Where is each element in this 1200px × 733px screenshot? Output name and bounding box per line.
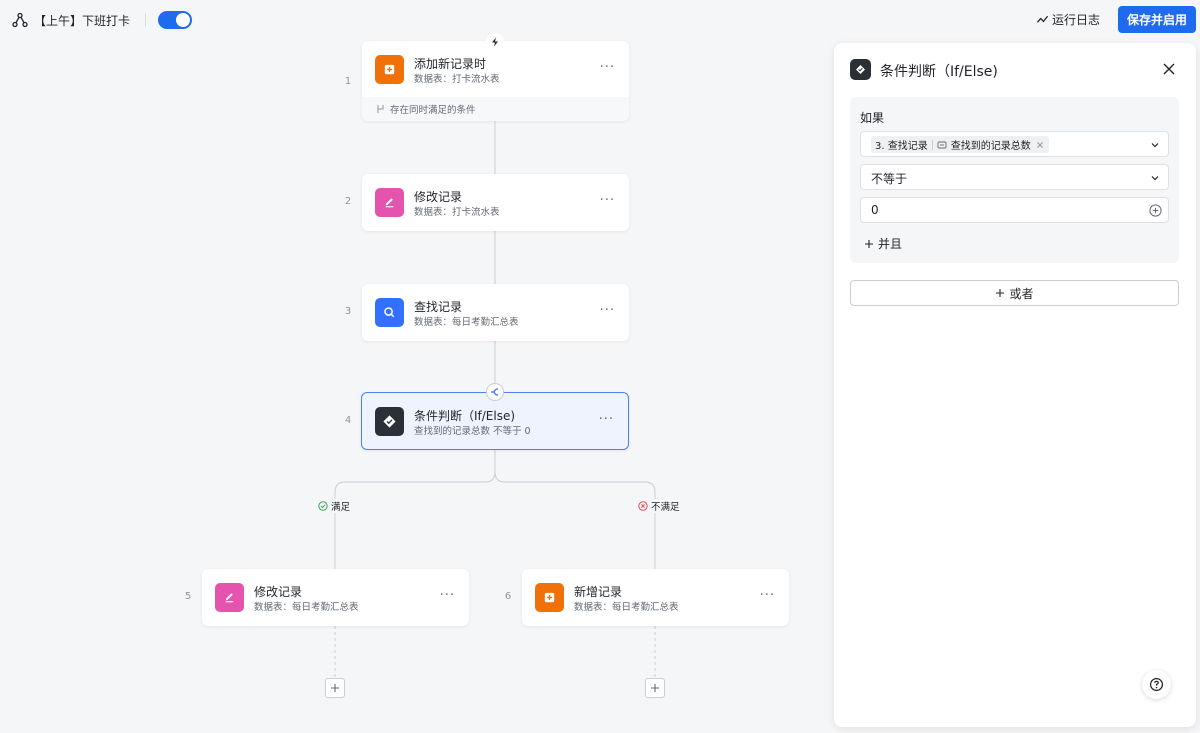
node-title: 修改记录 bbox=[254, 585, 303, 599]
step-number: 3 bbox=[344, 306, 352, 317]
action-node-edit-record[interactable]: 修改记录 数据表：打卡流水表 ··· bbox=[362, 174, 629, 231]
step-number: 6 bbox=[504, 591, 512, 602]
trend-line-icon bbox=[1036, 15, 1049, 23]
action-node-find-record[interactable]: 查找记录 数据表：每日考勤汇总表 ··· bbox=[362, 284, 629, 341]
node-title: 条件判断（If/Else) bbox=[414, 409, 516, 423]
condition-icon bbox=[850, 59, 871, 80]
add-record-icon bbox=[535, 583, 564, 612]
branch-icon bbox=[377, 105, 384, 113]
x-circle-icon bbox=[638, 501, 648, 511]
plus-circle-icon[interactable] bbox=[1149, 204, 1162, 217]
branch-label-no: 不满足 bbox=[636, 499, 682, 513]
step-number: 5 bbox=[184, 591, 192, 602]
condition-value: 0 bbox=[871, 203, 879, 217]
condition-icon bbox=[375, 407, 404, 436]
condition-value-input[interactable]: 0 bbox=[860, 197, 1169, 223]
add-record-icon bbox=[375, 55, 404, 84]
edit-icon bbox=[215, 583, 244, 612]
chevron-down-icon bbox=[1151, 143, 1159, 148]
add-step-button[interactable] bbox=[645, 678, 665, 698]
and-label: 并且 bbox=[878, 237, 903, 251]
save-and-enable-button[interactable]: 保存并启用 bbox=[1118, 6, 1196, 33]
node-subtitle: 数据表：打卡流水表 bbox=[414, 207, 500, 218]
edit-icon bbox=[375, 188, 404, 217]
node-subtitle: 数据表：每日考勤汇总表 bbox=[574, 602, 679, 613]
more-options-icon[interactable]: ··· bbox=[600, 193, 615, 208]
condition-group: 如果 3. 查找记录 查找到的记录总数 不等于 0 并且 bbox=[850, 97, 1179, 263]
operator-select[interactable]: 不等于 bbox=[860, 164, 1169, 190]
plus-icon bbox=[651, 684, 659, 692]
trigger-condition-text: 存在同时满足的条件 bbox=[390, 105, 476, 116]
add-or-condition-button[interactable]: 或者 bbox=[850, 280, 1179, 306]
node-title: 查找记录 bbox=[414, 300, 463, 314]
panel-title: 条件判断（If/Else) bbox=[880, 64, 998, 80]
field-tag-step: 3. 查找记录 bbox=[875, 141, 928, 152]
field-tag-value: 查找到的记录总数 bbox=[950, 141, 1031, 152]
step-number: 4 bbox=[344, 415, 352, 426]
field-tag: 3. 查找记录 查找到的记录总数 bbox=[871, 136, 1049, 153]
step-number: 2 bbox=[344, 196, 352, 207]
lightning-icon bbox=[486, 33, 504, 51]
add-and-condition-button[interactable]: 并且 bbox=[864, 235, 902, 252]
plus-icon bbox=[996, 289, 1005, 297]
step-number: 1 bbox=[344, 76, 352, 87]
action-node-edit-record-branch-yes[interactable]: 修改记录 数据表：每日考勤汇总表 ··· bbox=[202, 569, 469, 626]
check-circle-icon bbox=[318, 501, 328, 511]
condition-settings-panel: 条件判断（If/Else) 如果 3. 查找记录 查找到的记录总数 不等于 0 bbox=[834, 43, 1196, 727]
branch-label-text: 满足 bbox=[331, 502, 351, 513]
node-title: 添加新记录时 bbox=[414, 57, 487, 71]
node-subtitle: 数据表：每日考勤汇总表 bbox=[414, 317, 519, 328]
more-options-icon[interactable]: ··· bbox=[760, 588, 775, 603]
table-field-icon bbox=[937, 141, 947, 148]
help-button[interactable] bbox=[1142, 670, 1171, 699]
plus-icon bbox=[865, 239, 873, 248]
node-title: 修改记录 bbox=[414, 190, 463, 204]
node-subtitle: 数据表：每日考勤汇总表 bbox=[254, 602, 359, 613]
branch-label-text: 不满足 bbox=[651, 502, 680, 513]
or-label: 或者 bbox=[1009, 286, 1034, 301]
run-log-label: 运行日志 bbox=[1052, 13, 1101, 27]
search-icon bbox=[375, 298, 404, 327]
split-icon bbox=[486, 383, 504, 401]
node-subtitle: 查找到的记录总数 不等于 0 bbox=[414, 426, 531, 437]
trigger-node-add-record[interactable]: 添加新记录时 数据表：打卡流水表 ··· 存在同时满足的条件 bbox=[362, 41, 629, 121]
close-icon[interactable] bbox=[1162, 62, 1176, 76]
condition-field-select[interactable]: 3. 查找记录 查找到的记录总数 bbox=[860, 131, 1169, 157]
node-subtitle: 数据表：打卡流水表 bbox=[414, 74, 500, 85]
if-label: 如果 bbox=[860, 111, 885, 125]
action-node-add-record-branch-no[interactable]: 新增记录 数据表：每日考勤汇总表 ··· bbox=[522, 569, 789, 626]
more-options-icon[interactable]: ··· bbox=[600, 303, 615, 318]
more-options-icon[interactable]: ··· bbox=[600, 60, 615, 75]
more-options-icon[interactable]: ··· bbox=[440, 588, 455, 603]
tag-remove-icon[interactable] bbox=[1035, 140, 1045, 150]
trigger-condition-summary[interactable]: 存在同时满足的条件 bbox=[362, 97, 629, 121]
tag-separator bbox=[931, 139, 933, 150]
chevron-down-icon bbox=[1151, 176, 1159, 181]
node-title: 新增记录 bbox=[574, 585, 623, 599]
plus-icon bbox=[331, 684, 339, 692]
more-options-icon[interactable]: ··· bbox=[599, 412, 614, 427]
run-log-button[interactable]: 运行日志 bbox=[1036, 11, 1100, 28]
add-step-button[interactable] bbox=[325, 678, 345, 698]
question-circle-icon bbox=[1149, 677, 1164, 692]
operator-value: 不等于 bbox=[871, 172, 908, 186]
branch-label-yes: 满足 bbox=[316, 499, 353, 513]
